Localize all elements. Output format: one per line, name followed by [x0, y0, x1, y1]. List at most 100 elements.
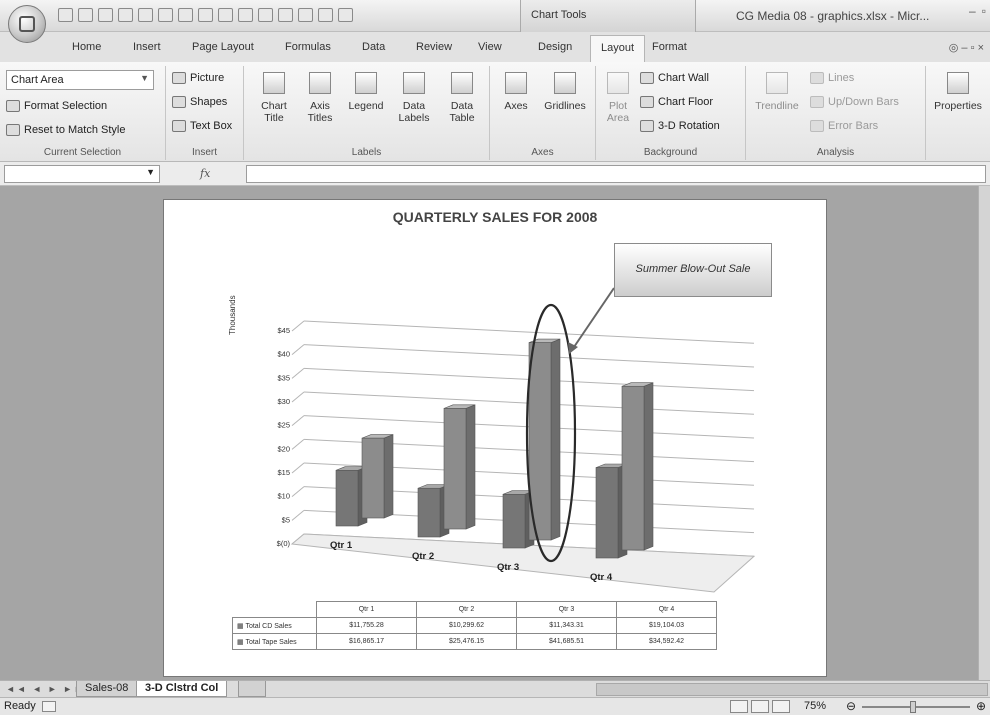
properties-icon	[947, 72, 969, 94]
picture-icon	[172, 72, 186, 84]
sheet-tab-3d-clstrd-col[interactable]: 3-D Clstrd Col	[136, 681, 228, 697]
gridlines-button[interactable]: Gridlines	[538, 72, 592, 112]
fill-icon[interactable]	[258, 8, 273, 22]
table-cell: $19,104.03	[616, 617, 717, 634]
bar-tape-sales-side	[383, 434, 394, 519]
axes-button[interactable]: Axes	[498, 72, 534, 112]
y-tick-label: $25	[277, 421, 290, 430]
tab-insert[interactable]: Insert	[133, 41, 161, 53]
ribbon: Chart Area ▼ Format Selection Reset to M…	[0, 62, 990, 162]
group-label-analysis: Analysis	[816, 147, 855, 158]
reset-to-match-style-button[interactable]: Reset to Match Style	[6, 124, 126, 136]
undo-icon[interactable]	[158, 8, 173, 22]
tab-home[interactable]: Home	[72, 41, 101, 53]
up-down-bars-label: Up/Down Bars	[828, 96, 899, 108]
data-labels-button[interactable]: Data Labels	[392, 72, 436, 124]
zoom-knob[interactable]	[910, 701, 916, 713]
text-box-button[interactable]: Text Box	[172, 120, 232, 132]
table-header-cell: Qtr 3	[516, 601, 617, 618]
3d-rotation-button[interactable]: 3-D Rotation	[640, 120, 720, 132]
side-wall-gridline	[291, 344, 305, 356]
table-cell: $11,755.28	[316, 617, 417, 634]
lines-button[interactable]: Lines	[810, 72, 854, 84]
data-labels-icon	[403, 72, 425, 94]
bar-cd-sales	[595, 467, 619, 559]
legend-button[interactable]: Legend	[344, 72, 388, 112]
y-tick-label: $15	[277, 468, 290, 477]
chart-floor-button[interactable]: Chart Floor	[640, 96, 713, 108]
merge-icon[interactable]	[338, 8, 353, 22]
zoom-level[interactable]: 75%	[804, 700, 826, 712]
y-tick-label: $5	[282, 515, 290, 524]
restore-icon[interactable]: ▫	[982, 4, 986, 18]
print-preview-icon[interactable]	[138, 8, 153, 22]
tab-review[interactable]: Review	[416, 41, 452, 53]
tab-layout[interactable]: Layout	[590, 35, 646, 62]
chart-area[interactable]: QUARTERLY SALES FOR 2008 Thousands $(0) $…	[163, 199, 827, 677]
up-down-bars-button[interactable]: Up/Down Bars	[810, 96, 899, 108]
page-layout-view-icon[interactable]	[751, 700, 769, 713]
page-break-view-icon[interactable]	[772, 700, 790, 713]
y-tick-label: $35	[277, 373, 290, 382]
picture-button[interactable]: Picture	[172, 72, 224, 84]
x-tick-label: Qtr 2	[412, 551, 434, 562]
filter-icon[interactable]	[298, 8, 313, 22]
tab-data[interactable]: Data	[362, 41, 385, 53]
tab-formulas[interactable]: Formulas	[285, 41, 331, 53]
tab-format[interactable]: Format	[652, 41, 687, 53]
border-icon[interactable]	[238, 8, 253, 22]
tab-view[interactable]: View	[478, 41, 502, 53]
zoom-slider[interactable]: ⊖ ⊕	[846, 699, 986, 713]
trendline-button[interactable]: Trendline	[752, 72, 802, 112]
shapes-button[interactable]: Shapes	[172, 96, 227, 108]
tab-page-layout[interactable]: Page Layout	[192, 41, 254, 53]
print-icon[interactable]	[118, 8, 133, 22]
status-text: Ready	[4, 700, 36, 712]
axis-titles-button[interactable]: Axis Titles	[300, 72, 340, 124]
redo-icon[interactable]	[178, 8, 193, 22]
sort-icon[interactable]	[278, 8, 293, 22]
chart-title-button[interactable]: Chart Title	[254, 72, 294, 124]
insert-function-icon[interactable]: fx	[200, 167, 210, 180]
name-box[interactable]: ▼	[4, 165, 160, 183]
table-icon[interactable]	[218, 8, 233, 22]
tab-design[interactable]: Design	[538, 41, 572, 53]
3d-rotation-label: 3-D Rotation	[658, 120, 720, 132]
open-icon[interactable]	[78, 8, 93, 22]
zoom-out-icon[interactable]: ⊖	[846, 699, 856, 713]
y-tick-label: $45	[277, 326, 290, 335]
help-icon[interactable]: ◎ – ▫ ×	[949, 41, 984, 54]
window-title: CG Media 08 - graphics.xlsx - Micr...	[736, 9, 930, 23]
data-table-button[interactable]: Data Table	[440, 72, 484, 124]
zoom-in-icon[interactable]: ⊕	[976, 699, 986, 713]
chart-wall-button[interactable]: Chart Wall	[640, 72, 709, 84]
macro-record-icon[interactable]	[42, 701, 56, 712]
new-icon[interactable]	[58, 8, 73, 22]
vertical-scrollbar[interactable]	[978, 186, 990, 680]
grid-icon[interactable]	[318, 8, 333, 22]
plot-area-button[interactable]: Plot Area	[602, 72, 634, 124]
bar-tape-sales-side	[643, 382, 654, 551]
chart-icon[interactable]	[198, 8, 213, 22]
text-box-label: Text Box	[190, 120, 233, 132]
format-selection-icon	[6, 100, 20, 112]
error-bars-button[interactable]: Error Bars	[810, 120, 878, 132]
insert-sheet-icon[interactable]	[238, 681, 266, 697]
horizontal-scrollbar[interactable]	[596, 683, 988, 696]
chart-element-dropdown[interactable]: Chart Area ▼	[6, 70, 154, 90]
properties-button[interactable]: Properties	[930, 72, 986, 112]
format-selection-button[interactable]: Format Selection	[6, 100, 107, 112]
y-tick-label: $40	[277, 350, 290, 359]
data-table[interactable]: Qtr 1 Qtr 2 Qtr 3 Qtr 4 ▦ Total CD Sales…	[232, 601, 717, 650]
office-button[interactable]	[8, 5, 46, 43]
sheet-tab-sales-08[interactable]: Sales-08	[76, 681, 138, 697]
minimize-icon[interactable]: –	[969, 4, 976, 18]
group-properties: Properties	[926, 66, 990, 160]
sheet-nav-arrows-icon[interactable]: ◄◄ ◄ ► ►►	[6, 684, 85, 694]
group-labels: Chart Title Axis Titles Legend Data Labe…	[244, 66, 490, 160]
callout-box[interactable]: Summer Blow-Out Sale	[614, 243, 772, 297]
formula-input[interactable]	[246, 165, 986, 183]
save-icon[interactable]	[98, 8, 113, 22]
group-label-current-selection: Current Selection	[43, 147, 122, 158]
normal-view-icon[interactable]	[730, 700, 748, 713]
